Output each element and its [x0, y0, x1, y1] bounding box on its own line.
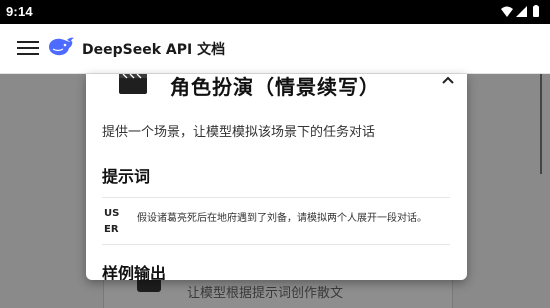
app-screen: 9:14 DeepSeek API 文档 让模型根据提示词创作散文 角色扮演（情… — [0, 0, 550, 308]
prompt-text: 假设诸葛亮死后在地府遇到了刘备，请模拟两个人展开一段对话。 — [137, 213, 427, 224]
scenario-description: 提供一个场景，让模型模拟该场景下的任务对话 — [102, 125, 376, 140]
battery-icon — [533, 5, 539, 17]
deepseek-whale-logo — [49, 37, 74, 56]
status-time: 9:14 — [6, 4, 33, 19]
signal-icon — [516, 6, 527, 17]
clapperboard-icon — [119, 74, 147, 94]
hamburger-menu-icon[interactable] — [17, 39, 39, 57]
app-title: DeepSeek API 文档 — [82, 42, 226, 58]
status-bar: 9:14 — [0, 0, 550, 24]
app-bar: DeepSeek API 文档 — [0, 24, 550, 74]
status-icons — [500, 5, 542, 19]
prompt-message-row: USER 假设诸葛亮死后在地府遇到了刘备，请模拟两个人展开一段对话。 — [102, 197, 450, 245]
background-card-text: 让模型根据提示词创作散文 — [187, 286, 344, 301]
role-label: USER — [104, 208, 120, 235]
wifi-icon — [501, 6, 513, 17]
prompt-heading: 提示词 — [102, 167, 151, 186]
background-card-icon — [137, 278, 161, 292]
background-scrollbar — [540, 74, 542, 174]
chevron-up-icon[interactable] — [439, 74, 457, 88]
sample-output-heading: 样例输出 — [102, 264, 167, 280]
scenario-detail-modal: 角色扮演（情景续写） 提供一个场景，让模型模拟该场景下的任务对话 提示词 USE… — [86, 74, 467, 280]
modal-title: 角色扮演（情景续写） — [170, 75, 380, 99]
